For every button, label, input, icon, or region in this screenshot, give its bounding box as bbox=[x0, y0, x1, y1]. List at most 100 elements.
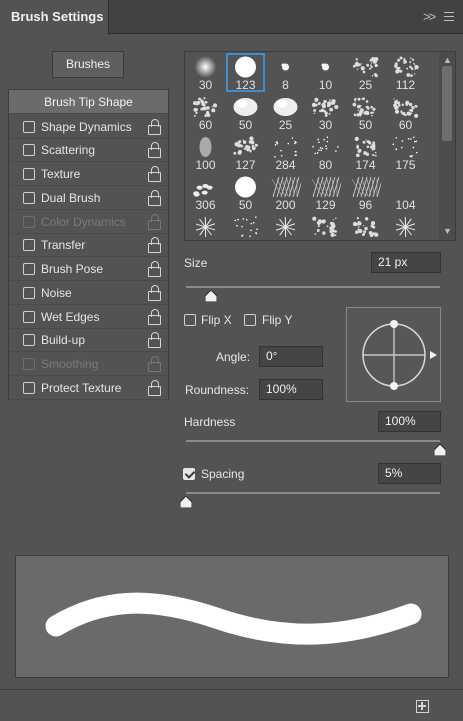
section-shape-dynamics[interactable]: Shape Dynamics bbox=[9, 115, 168, 139]
scattering-checkbox[interactable] bbox=[23, 144, 35, 156]
texture-checkbox[interactable] bbox=[23, 168, 35, 180]
brush-tip-preset[interactable]: 129 bbox=[306, 173, 345, 212]
hardness-field[interactable]: 100% bbox=[378, 411, 441, 432]
brush-tip-preset[interactable]: 127 bbox=[226, 133, 265, 172]
spacing-checkbox[interactable] bbox=[183, 468, 195, 480]
unlock-icon[interactable] bbox=[148, 166, 162, 182]
section-wet-edges[interactable]: Wet Edges bbox=[9, 305, 168, 329]
section-noise[interactable]: Noise bbox=[9, 281, 168, 305]
size-slider-track[interactable] bbox=[186, 286, 440, 288]
size-field[interactable]: 21 px bbox=[371, 252, 441, 273]
panel-tab[interactable]: Brush Settings bbox=[0, 0, 109, 35]
brush-tip-size: 30 bbox=[198, 78, 213, 92]
brush-tip-thumbnail bbox=[350, 135, 381, 159]
noise-checkbox[interactable] bbox=[23, 287, 35, 299]
hardness-slider-knob[interactable] bbox=[434, 444, 446, 456]
brush-tip-preset[interactable]: 60 bbox=[386, 93, 425, 132]
brush-tip-preset[interactable]: 50 bbox=[346, 93, 385, 132]
section-dual-brush[interactable]: Dual Brush bbox=[9, 186, 168, 210]
hamburger-menu-icon[interactable] bbox=[444, 12, 454, 22]
brush-tip-preset[interactable]: 60 bbox=[186, 93, 225, 132]
unlock-icon[interactable] bbox=[148, 332, 162, 348]
unlock-icon[interactable] bbox=[148, 285, 162, 301]
brush-tip-preset[interactable]: 38 bbox=[386, 213, 425, 240]
brush-tip-preset[interactable]: 100 bbox=[186, 133, 225, 172]
brush-tip-preset[interactable]: 10 bbox=[306, 53, 345, 92]
section-color-dynamics[interactable]: Color Dynamics bbox=[9, 210, 168, 234]
spacing-field[interactable]: 5% bbox=[378, 463, 441, 484]
wet-edges-checkbox[interactable] bbox=[23, 311, 35, 323]
spacing-slider-knob[interactable] bbox=[180, 496, 192, 508]
unlock-icon[interactable] bbox=[148, 237, 162, 253]
unlock-icon[interactable] bbox=[148, 119, 162, 135]
section-smoothing[interactable]: Smoothing bbox=[9, 352, 168, 376]
brush-tip-preset[interactable]: 30 bbox=[186, 53, 225, 92]
transfer-checkbox[interactable] bbox=[23, 239, 35, 251]
unlock-icon[interactable] bbox=[148, 190, 162, 206]
brushes-button[interactable]: Brushes bbox=[52, 51, 124, 78]
flip-x-checkbox[interactable] bbox=[184, 314, 196, 326]
section-label: Color Dynamics bbox=[41, 215, 126, 229]
brush-tip-preset[interactable]: 50 bbox=[226, 93, 265, 132]
brush-tip-preset[interactable]: 306 bbox=[186, 173, 225, 212]
brush-tip-thumbnail bbox=[350, 55, 381, 79]
unlock-icon[interactable] bbox=[148, 309, 162, 325]
brush-tip-preset[interactable]: 284 bbox=[266, 133, 305, 172]
unlock-icon[interactable] bbox=[148, 380, 162, 396]
flip-y-checkbox[interactable] bbox=[244, 314, 256, 326]
brush-tip-thumbnail bbox=[190, 215, 221, 239]
unlock-icon[interactable] bbox=[148, 142, 162, 158]
brush-tip-size: 150 bbox=[306, 238, 345, 240]
scrollbar-thumb[interactable] bbox=[442, 66, 452, 141]
brush-tip-preset[interactable]: 175 bbox=[386, 133, 425, 172]
brush-tip-preset[interactable]: 8 bbox=[266, 53, 305, 92]
brush-tip-preset[interactable]: 57 bbox=[346, 213, 385, 240]
hardness-slider-track[interactable] bbox=[186, 440, 440, 442]
brush-tip-size: 25 bbox=[278, 118, 293, 132]
new-preset-icon[interactable] bbox=[416, 700, 429, 713]
protect-texture-checkbox[interactable] bbox=[23, 382, 35, 394]
brush-tip-scrollbar[interactable]: ▲ ▼ bbox=[439, 52, 455, 240]
unlock-icon[interactable] bbox=[148, 261, 162, 277]
brush-tip-preset[interactable]: 104 bbox=[386, 173, 425, 212]
brush-tip-size: 100 bbox=[195, 158, 216, 172]
angle-field[interactable]: 0° bbox=[259, 346, 323, 367]
section-label: Brush Tip Shape bbox=[44, 95, 133, 109]
brush-tip-preset[interactable]: 80 bbox=[306, 133, 345, 172]
brush-tip-preset[interactable]: 142 bbox=[186, 213, 225, 240]
brush-pose-checkbox[interactable] bbox=[23, 263, 35, 275]
size-slider-knob[interactable] bbox=[205, 290, 218, 302]
angle-roundness-widget[interactable] bbox=[346, 307, 441, 402]
roundness-field[interactable]: 100% bbox=[259, 379, 323, 400]
brush-tip-preset[interactable]: 112 bbox=[386, 53, 425, 92]
spacing-slider-track[interactable] bbox=[186, 492, 440, 494]
brush-tip-preset[interactable]: 150 bbox=[306, 213, 345, 240]
section-protect-texture[interactable]: Protect Texture bbox=[9, 376, 168, 400]
shape-dynamics-checkbox[interactable] bbox=[23, 121, 35, 133]
double-chevron-right-icon[interactable]: >> bbox=[423, 9, 436, 24]
section-scattering[interactable]: Scattering bbox=[9, 138, 168, 162]
section-build-up[interactable]: Build-up bbox=[9, 328, 168, 352]
dual-brush-checkbox[interactable] bbox=[23, 192, 35, 204]
brush-tip-preset[interactable]: 30 bbox=[306, 93, 345, 132]
brush-tip-preset[interactable]: 25 bbox=[266, 93, 305, 132]
brush-tip-preset[interactable]: 66 bbox=[266, 213, 305, 240]
scroll-down-icon[interactable]: ▼ bbox=[443, 226, 452, 236]
section-brush-pose[interactable]: Brush Pose bbox=[9, 257, 168, 281]
build-up-checkbox[interactable] bbox=[23, 334, 35, 346]
section-texture[interactable]: Texture bbox=[9, 162, 168, 186]
brush-tip-preset[interactable]: 123 bbox=[226, 53, 265, 92]
brush-tip-preset[interactable]: 50 bbox=[226, 173, 265, 212]
brush-tip-thumbnail bbox=[310, 95, 341, 119]
brush-tip-size: 129 bbox=[315, 198, 336, 212]
brush-tip-preset[interactable]: 174 bbox=[346, 133, 385, 172]
brush-tip-preset[interactable]: 134 bbox=[226, 213, 265, 240]
brush-tip-size: 174 bbox=[355, 158, 376, 172]
brush-tip-grid: 30 123 8 10 25 112 60 50 25 30 50 60 100 127 284 80 174 1… bbox=[184, 51, 456, 241]
section-transfer[interactable]: Transfer bbox=[9, 233, 168, 257]
brush-tip-preset[interactable]: 96 bbox=[346, 173, 385, 212]
brush-tip-preset[interactable]: 25 bbox=[346, 53, 385, 92]
brush-tip-preset[interactable]: 200 bbox=[266, 173, 305, 212]
scroll-up-icon[interactable]: ▲ bbox=[443, 55, 452, 65]
section-brush-tip-shape[interactable]: Brush Tip Shape bbox=[9, 90, 168, 114]
